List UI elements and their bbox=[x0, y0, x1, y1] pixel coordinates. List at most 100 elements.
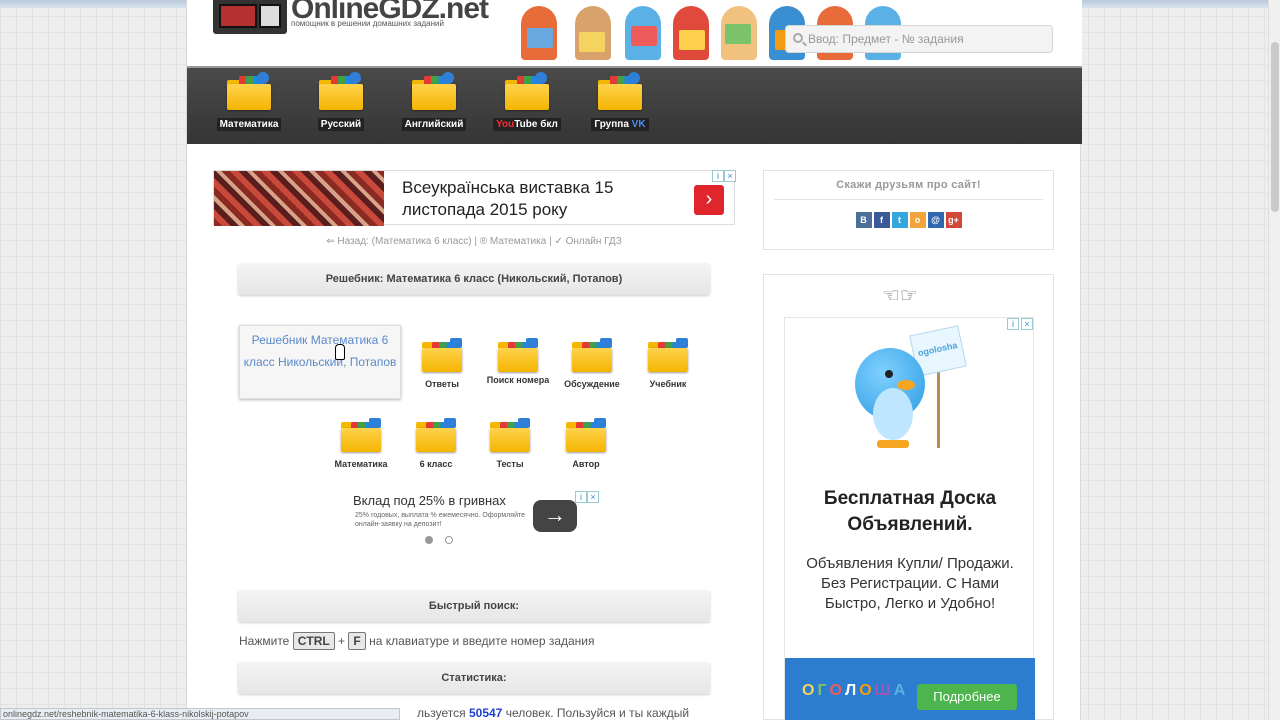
section-textbook[interactable]: Учебник bbox=[633, 338, 703, 390]
breadcrumb[interactable]: ⇐ Назад: (Математика 6 класс) | ® Матема… bbox=[213, 236, 735, 247]
ad-footer: ОГОЛОША Подробнее bbox=[785, 658, 1035, 720]
main-nav: Математика Русский Английский YouTube бк… bbox=[187, 66, 1082, 144]
section-label: Математика bbox=[334, 459, 388, 469]
nav-label-part: Tube бкл bbox=[514, 119, 558, 130]
nav-item-vk-group[interactable]: Группа VK bbox=[580, 72, 660, 132]
stat-text: человек. Пользуйся и ты каждый bbox=[505, 706, 690, 720]
nav-label: Математика bbox=[216, 118, 282, 131]
section-discussion[interactable]: Обсуждение bbox=[557, 338, 627, 390]
page-title: Решебник: Математика 6 класс (Никольский… bbox=[238, 263, 710, 295]
stat-text: льзуется bbox=[417, 706, 466, 720]
folder-icon bbox=[412, 72, 456, 110]
vk-icon[interactable]: В bbox=[855, 212, 872, 228]
folder-icon bbox=[572, 338, 612, 372]
book-cover-image[interactable]: Решебник Математика 6 класс Никольский, … bbox=[239, 325, 401, 399]
nav-label-part: VK bbox=[631, 119, 646, 130]
share-icons: Вf t о @ g+ bbox=[764, 210, 1053, 228]
nav-item-english[interactable]: Английский bbox=[394, 72, 474, 132]
nav-item-math[interactable]: Математика bbox=[209, 72, 289, 132]
ogolosha-logo: ОГОЛОША bbox=[802, 682, 907, 699]
googleplus-icon[interactable]: g+ bbox=[945, 212, 962, 228]
odnoklassniki-icon[interactable]: о bbox=[909, 212, 926, 228]
mailru-icon[interactable]: @ bbox=[927, 212, 944, 228]
search-icon bbox=[793, 33, 803, 43]
nav-item-russian[interactable]: Русский bbox=[301, 72, 381, 132]
section-tests[interactable]: Тесты bbox=[475, 418, 545, 470]
user-count: 50547 bbox=[468, 706, 503, 720]
browser-status-url: onlinegdz.net/reshebnik-matematika-6-kla… bbox=[0, 708, 400, 720]
nav-item-youtube[interactable]: YouTube бкл bbox=[487, 72, 567, 132]
ad-close-icon[interactable]: × bbox=[724, 170, 736, 182]
folder-icon bbox=[416, 418, 456, 452]
hint-text: Нажмите bbox=[239, 634, 290, 648]
hint-text: на клавиатуре и введите номер задания bbox=[369, 634, 595, 648]
nav-label: YouTube бкл bbox=[493, 118, 561, 131]
section-answers[interactable]: Ответы bbox=[407, 338, 477, 390]
share-widget: Скажи друзьям про сайт! Вf t о @ g+ bbox=[763, 170, 1054, 250]
ad-carousel-dots bbox=[425, 531, 461, 549]
carousel-dot[interactable] bbox=[445, 536, 454, 544]
section-label: Ответы bbox=[425, 379, 459, 389]
section-label: Обсуждение bbox=[564, 379, 620, 389]
f-key: F bbox=[348, 632, 366, 650]
ad2-arrow-button[interactable]: → bbox=[533, 500, 577, 532]
folder-icon bbox=[566, 418, 606, 452]
ad-arrow-button[interactable]: › bbox=[694, 185, 724, 215]
ad-info-icon[interactable]: i bbox=[712, 170, 724, 182]
share-title: Скажи друзьям про сайт! bbox=[836, 179, 981, 191]
search-input[interactable]: Ввод: Предмет - № задания bbox=[785, 25, 1053, 53]
ogolosha-ad[interactable]: i × ogolosha Бесплатная Доска Объявлений… bbox=[784, 317, 1035, 720]
nav-label: Группа VK bbox=[591, 118, 649, 131]
search-placeholder: Ввод: Предмет - № задания bbox=[808, 32, 964, 46]
facebook-icon[interactable]: f bbox=[873, 212, 890, 228]
sidebar-ad-box: ☜☞ i × ogolosha Бесплатная Доска Объявле… bbox=[763, 274, 1054, 720]
nav-label-part: Группа bbox=[594, 119, 632, 130]
section-math[interactable]: Математика bbox=[326, 418, 396, 470]
quick-search-header: Быстрый поиск: bbox=[238, 590, 710, 622]
section-label: Автор bbox=[572, 459, 600, 469]
folder-icon bbox=[505, 72, 549, 110]
carousel-dot-active[interactable] bbox=[425, 536, 433, 544]
ad-heading: Бесплатная Доска Объявлений. bbox=[823, 488, 997, 535]
nav-label: Английский bbox=[401, 118, 467, 131]
twitter-icon[interactable]: t bbox=[891, 212, 908, 228]
folder-icon bbox=[319, 72, 363, 110]
site-logo-subtitle: помощник в решении домашних заданий bbox=[291, 19, 444, 28]
folder-icon bbox=[648, 338, 688, 372]
folder-icon bbox=[341, 418, 381, 452]
ad2-title[interactable]: Вклад под 25% в гривнах bbox=[353, 493, 506, 508]
page-container: OnlineGDZ.net помощник в решении домашни… bbox=[186, 0, 1082, 720]
ctrl-key: CTRL bbox=[292, 632, 335, 650]
logo-icon[interactable] bbox=[213, 0, 287, 34]
ad-close-icon[interactable]: × bbox=[587, 491, 599, 503]
hand-cursor-icon bbox=[335, 344, 345, 360]
plus-sign: + bbox=[338, 634, 346, 648]
scrollbar-thumb[interactable] bbox=[1271, 42, 1279, 212]
ad-banner[interactable]: Всеукраїнська виставка 15 листопада 2015… bbox=[213, 170, 736, 226]
ad-close-icon[interactable]: × bbox=[1021, 318, 1033, 330]
hands-icon: ☜☞ bbox=[882, 285, 918, 307]
quick-search-hint: Нажмите CTRL + F на клавиатуре и введите… bbox=[239, 632, 595, 650]
section-author[interactable]: Автор bbox=[551, 418, 621, 470]
ad-image bbox=[214, 171, 384, 226]
section-grade[interactable]: 6 класс bbox=[401, 418, 471, 470]
folder-icon bbox=[498, 338, 538, 372]
folder-icon bbox=[227, 72, 271, 110]
nav-label-part: You bbox=[496, 119, 515, 130]
ad-info-icon[interactable]: i bbox=[1007, 318, 1019, 330]
page-scrollbar[interactable] bbox=[1268, 0, 1280, 720]
ad-banner-text: Всеукраїнська виставка 15 листопада 2015… bbox=[402, 178, 614, 219]
ad-text: Объявления Купли/ Продажи. Без Регистрац… bbox=[806, 555, 1014, 612]
folder-icon bbox=[490, 418, 530, 452]
folder-icon bbox=[422, 338, 462, 372]
statistics-header: Статистика: bbox=[238, 662, 710, 694]
section-label: Поиск номера bbox=[486, 375, 550, 385]
nav-label: Русский bbox=[317, 118, 365, 131]
more-button[interactable]: Подробнее bbox=[917, 684, 1017, 710]
section-search-number[interactable]: Поиск номера bbox=[483, 338, 553, 386]
folder-icon bbox=[598, 72, 642, 110]
ad-info-icon[interactable]: i bbox=[575, 491, 587, 503]
section-label: Учебник bbox=[649, 379, 687, 389]
statistics-text: льзуется 50547 человек. Пользуйся и ты к… bbox=[417, 706, 689, 720]
ad2-description: 25% годовых, выплата % ежемесячно. Оформ… bbox=[355, 512, 525, 528]
